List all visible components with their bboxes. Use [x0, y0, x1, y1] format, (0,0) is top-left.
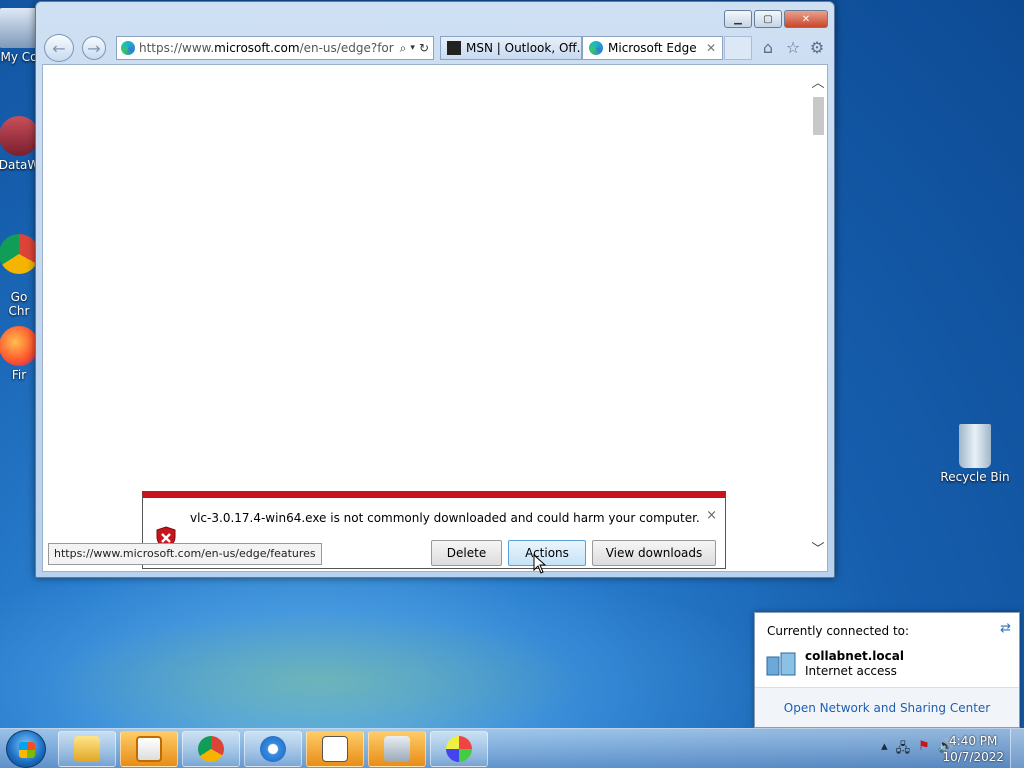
scroll-down-icon[interactable]: ﹀ — [811, 543, 825, 557]
desktop-icon-label: Go Chr — [8, 290, 30, 318]
taskbar-calculator[interactable] — [368, 731, 426, 767]
taskbar-chrome[interactable] — [182, 731, 240, 767]
start-button[interactable] — [6, 730, 46, 768]
address-text: https://www.microsoft.com/en-us/edge?for — [139, 41, 394, 55]
show-desktop-button[interactable] — [1010, 729, 1024, 768]
view-downloads-button[interactable]: View downloads — [592, 540, 716, 566]
network-status-popup: Currently connected to: ⇄ collabnet.loca… — [754, 612, 1020, 728]
maximize-button[interactable]: ▢ — [754, 10, 782, 28]
edge-icon — [121, 41, 135, 55]
taskbar-internet-explorer[interactable] — [244, 731, 302, 767]
edge-icon — [589, 41, 603, 55]
tab-msn[interactable]: MSN | Outlook, Off... — [440, 36, 582, 60]
new-tab-button[interactable] — [724, 36, 752, 60]
chrome-icon — [198, 736, 224, 762]
navigation-bar: ← → https://www.microsoft.com/en-us/edge… — [42, 32, 828, 64]
desktop-icon-label: DataW — [0, 158, 40, 172]
action-center-icon[interactable]: ⚑ — [918, 739, 930, 761]
minimize-button[interactable]: ▁ — [724, 10, 752, 28]
domain-network-icon — [766, 652, 796, 676]
taskbar-solitaire[interactable] — [306, 731, 364, 767]
computer-icon — [0, 8, 39, 48]
forward-arrow-icon: → — [87, 38, 101, 58]
vertical-scrollbar[interactable]: ︿ ﹀ — [809, 65, 827, 571]
tab-label: MSN | Outlook, Off... — [466, 41, 582, 55]
network-tray-icon[interactable]: 🖧 — [896, 739, 911, 761]
desktop-icon-label: Recycle Bin — [940, 470, 1010, 484]
desktop-icon-label: Fir — [11, 368, 27, 382]
refresh-network-icon[interactable]: ⇄ — [1000, 621, 1011, 636]
close-tab-icon[interactable]: ✕ — [706, 41, 716, 55]
paint-palette-icon — [446, 736, 472, 762]
window-caption-buttons: ▁ ▢ ✕ — [724, 10, 828, 28]
taskbar: ▴ 🖧 ⚑ 🔊 4:40 PM 10/7/2022 — [0, 728, 1024, 768]
close-window-button[interactable]: ✕ — [784, 10, 828, 28]
calculator-icon — [384, 736, 410, 762]
desktop-icon-recycle-bin[interactable]: Recycle Bin — [936, 424, 1014, 484]
tab-microsoft-edge[interactable]: Microsoft Edge ✕ — [582, 36, 723, 60]
back-button[interactable]: ← — [44, 34, 74, 62]
mouse-cursor-icon — [533, 554, 547, 574]
scroll-thumb[interactable] — [813, 97, 824, 135]
favorites-star-icon[interactable]: ☆ — [783, 38, 803, 58]
windows-logo-icon — [19, 742, 35, 758]
gear-icon[interactable]: ⚙ — [807, 38, 827, 58]
taskbar-clock[interactable]: 4:40 PM 10/7/2022 — [942, 733, 1004, 765]
chrome-icon — [0, 234, 39, 274]
cards-icon — [322, 736, 348, 762]
taskbar-explorer[interactable] — [58, 731, 116, 767]
taskbar-media-player[interactable] — [120, 731, 178, 767]
clock-date: 10/7/2022 — [942, 750, 1004, 764]
recycle-bin-icon — [959, 424, 991, 468]
tab-label: Microsoft Edge — [608, 41, 697, 55]
msn-icon — [447, 41, 461, 55]
open-network-sharing-center-link[interactable]: Open Network and Sharing Center — [755, 687, 1019, 727]
network-popup-header: Currently connected to: — [767, 624, 910, 638]
firefox-icon — [0, 326, 39, 366]
taskbar-paint[interactable] — [430, 731, 488, 767]
search-icon[interactable]: ⌕ — [400, 41, 407, 56]
datawrapper-icon — [0, 116, 39, 156]
status-url-tooltip: https://www.microsoft.com/en-us/edge/fea… — [48, 543, 322, 565]
desktop-icon-label: My Co — [0, 50, 38, 64]
delete-button[interactable]: Delete — [431, 540, 502, 566]
folder-icon — [74, 736, 100, 762]
media-player-icon — [136, 736, 162, 762]
back-arrow-icon: ← — [52, 38, 66, 58]
forward-button[interactable]: → — [82, 36, 106, 60]
close-notification-icon[interactable]: × — [706, 508, 717, 523]
internet-explorer-icon — [260, 736, 286, 762]
clock-time: 4:40 PM — [949, 734, 998, 748]
refresh-icon[interactable]: ↻ — [419, 41, 433, 55]
scroll-up-icon[interactable]: ︿ — [811, 77, 825, 91]
network-access-status: Internet access — [805, 664, 897, 678]
network-name: collabnet.local — [805, 649, 904, 663]
dropdown-icon[interactable]: ▾ — [410, 43, 415, 53]
home-icon[interactable]: ⌂ — [758, 38, 778, 58]
actions-button[interactable]: Actions — [508, 540, 586, 566]
address-bar[interactable]: https://www.microsoft.com/en-us/edge?for… — [116, 36, 434, 60]
show-hidden-icons-icon[interactable]: ▴ — [881, 739, 888, 761]
download-warning-message: vlc-3.0.17.4-win64.exe is not commonly d… — [190, 511, 700, 525]
